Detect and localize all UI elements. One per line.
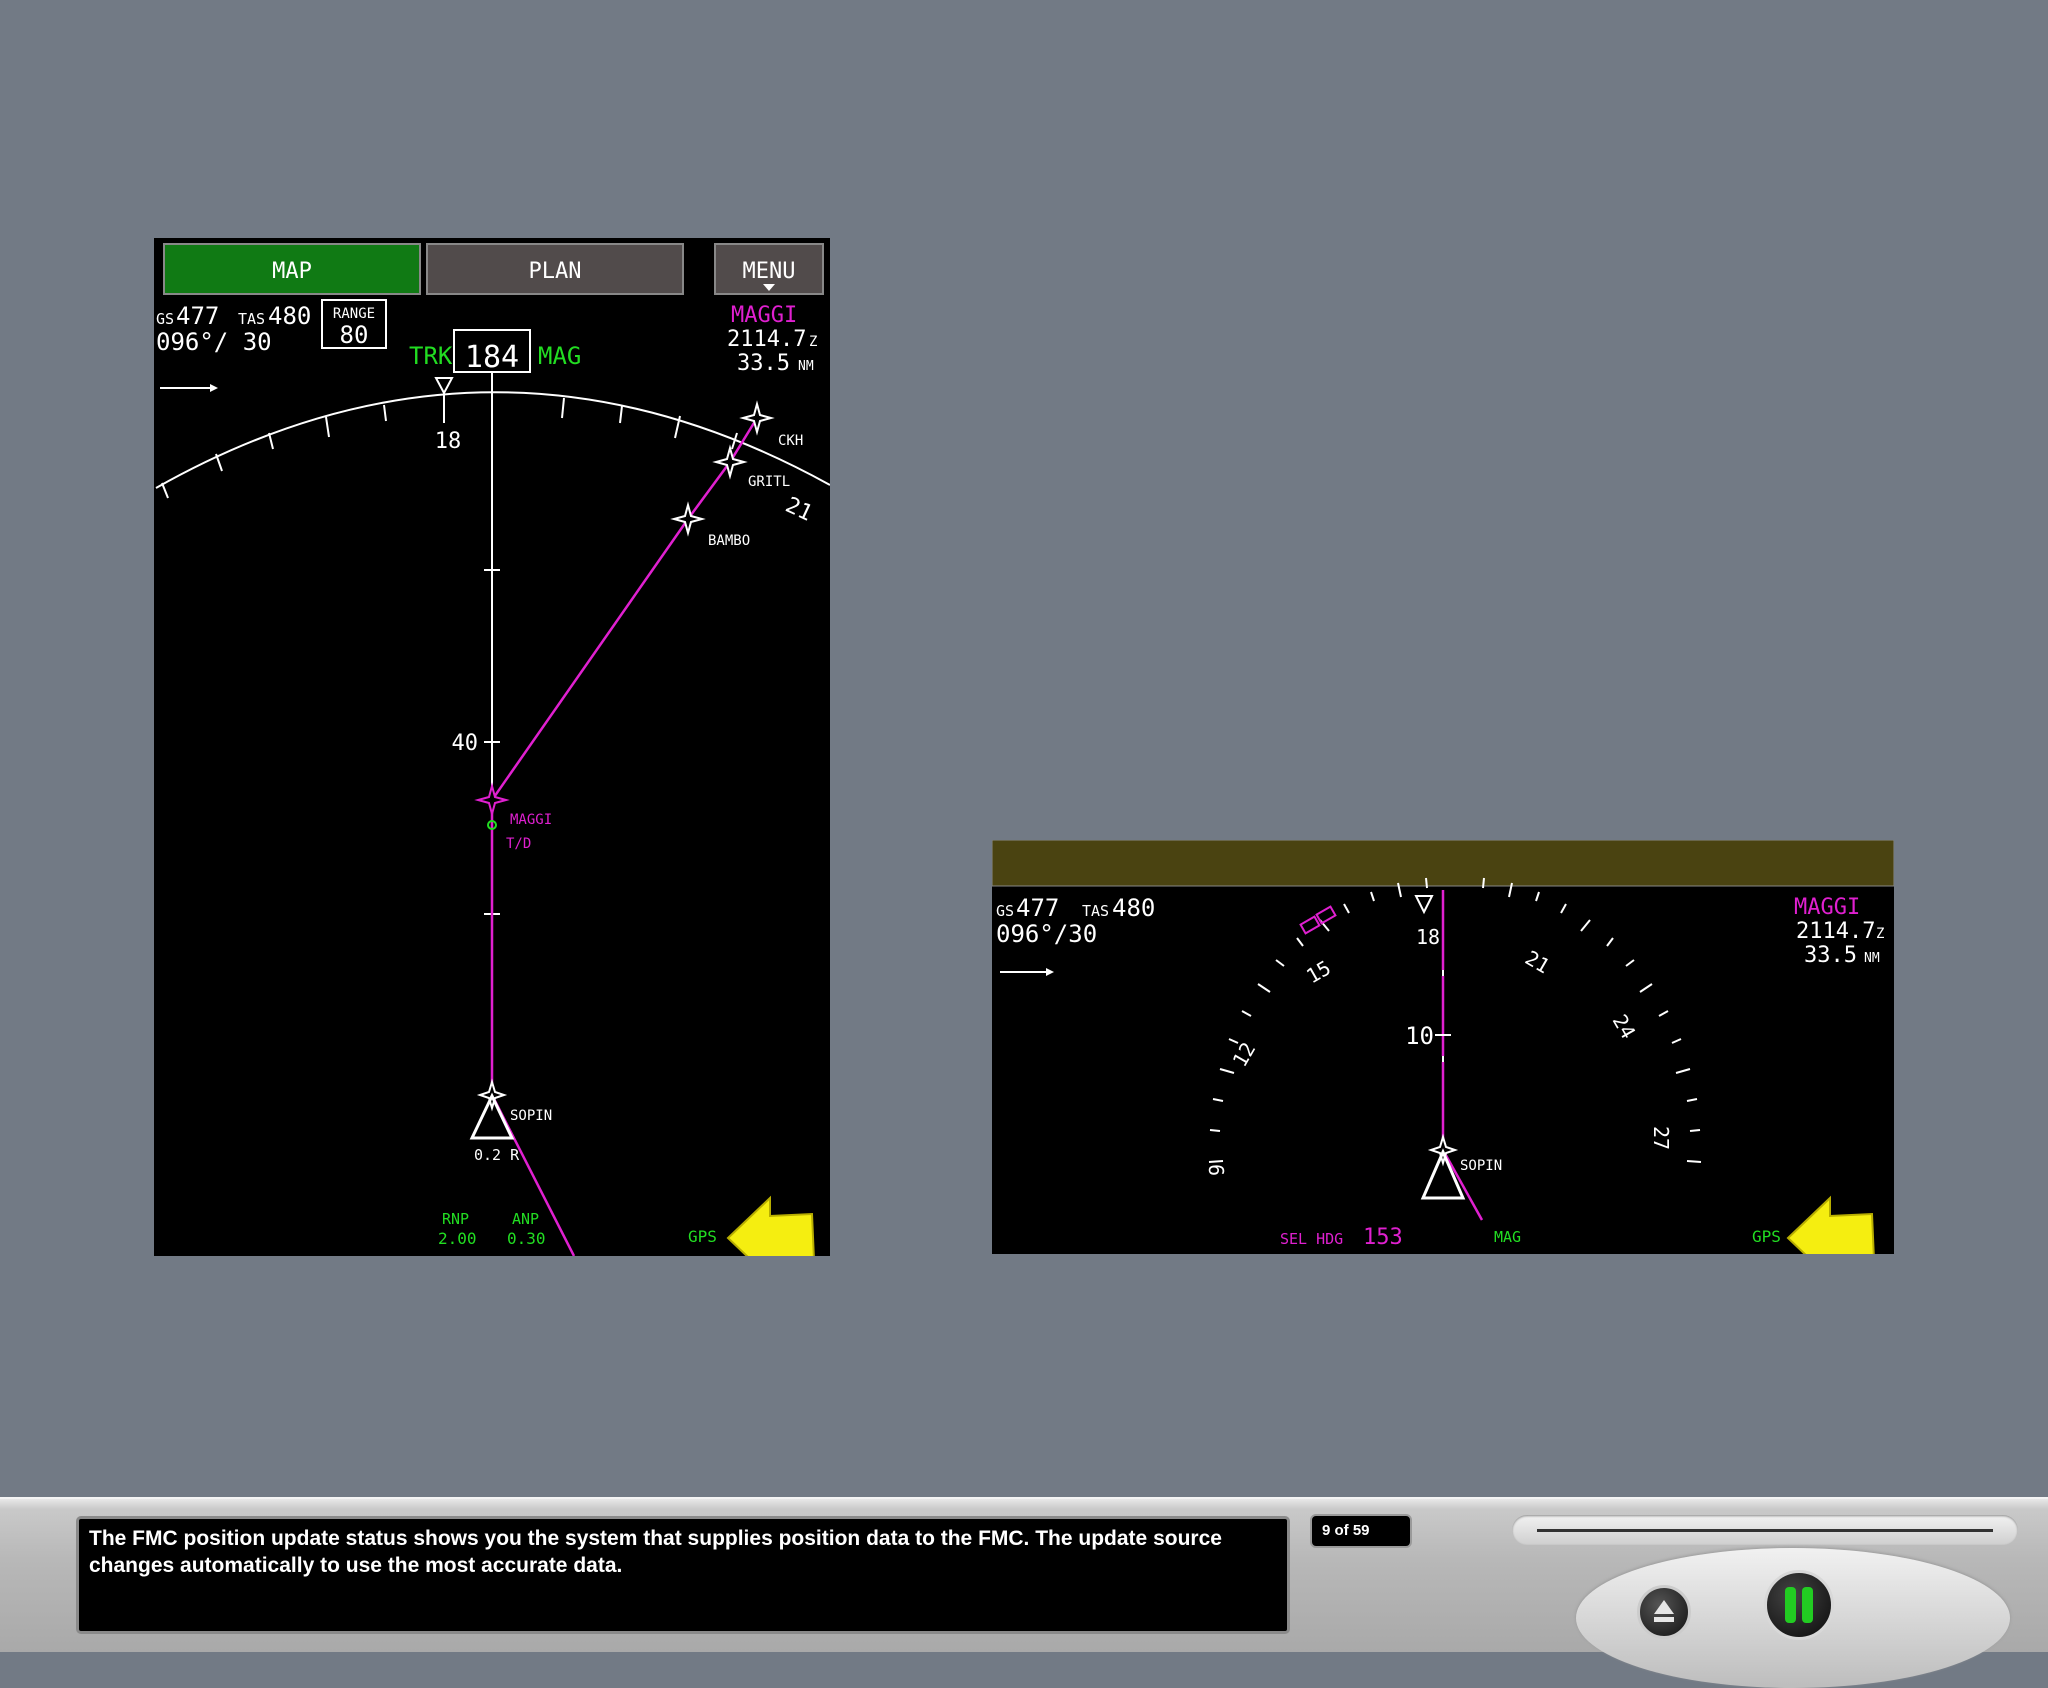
- waypoint-label: BAMBO: [708, 533, 750, 549]
- gs-label: GS: [156, 310, 174, 328]
- heading-value: 184: [465, 340, 519, 375]
- gs-value: 477: [176, 302, 219, 330]
- compass-label-9: 9: [1205, 1164, 1229, 1176]
- wind-readout: 096°/ 30: [156, 328, 272, 356]
- eta-value: 2114.7: [1796, 919, 1875, 944]
- dist-value: 33.5: [737, 351, 790, 376]
- svg-text:PLAN: PLAN: [529, 259, 582, 284]
- tab-map[interactable]: MAP: [163, 243, 421, 295]
- waypoint-label: CKH: [778, 433, 803, 449]
- compass-label-27: 27: [1649, 1126, 1673, 1150]
- xtk-readout: 0.2 R: [474, 1146, 520, 1164]
- nd-map-display: MAP PLAN MENU GS 477 TAS 480 096°/ 30 RA…: [154, 238, 830, 1256]
- waypoint-label: GRITL: [748, 474, 790, 490]
- waypoint-label: SOPIN: [510, 1108, 552, 1124]
- anp-label: ANP: [512, 1210, 539, 1228]
- sel-hdg-label: SEL HDG: [1280, 1230, 1343, 1248]
- gs-label: GS: [996, 902, 1014, 920]
- page-counter: 9 of 59: [1310, 1514, 1412, 1548]
- svg-text:MENU: MENU: [743, 259, 796, 284]
- hsi-header-bar: [992, 840, 1894, 887]
- svg-text:Z: Z: [809, 334, 817, 350]
- eject-button[interactable]: [1637, 1585, 1691, 1639]
- svg-text:MAP: MAP: [272, 259, 312, 284]
- wind-readout: 096°/30: [996, 920, 1097, 948]
- tab-menu[interactable]: MENU: [714, 243, 824, 295]
- svg-text:80: 80: [340, 321, 369, 349]
- compass-label-18: 18: [435, 429, 462, 454]
- range-mark: 10: [1405, 1022, 1434, 1050]
- mag-label: MAG: [538, 342, 581, 370]
- rnp-label: RNP: [442, 1210, 469, 1228]
- anp-value: 0.30: [507, 1229, 546, 1248]
- compass-label-18: 18: [1416, 925, 1440, 949]
- position-source-label: GPS: [1752, 1227, 1781, 1246]
- route-label-td: T/D: [506, 836, 531, 852]
- svg-text:NM: NM: [1864, 951, 1880, 966]
- svg-text:NM: NM: [798, 359, 814, 374]
- tas-value: 480: [268, 302, 311, 330]
- next-waypoint: MAGGI: [731, 303, 797, 328]
- gs-value: 477: [1016, 894, 1059, 922]
- trk-label: TRK: [409, 342, 453, 370]
- range-mark: 40: [452, 731, 479, 756]
- pause-button[interactable]: [1764, 1570, 1834, 1640]
- tab-plan[interactable]: PLAN: [426, 243, 684, 295]
- waypoint-label: SOPIN: [1460, 1158, 1502, 1174]
- nd-hsi-display: GS 477 TAS 480 096°/30 MAGGI 2114.7 Z 33…: [992, 840, 1894, 1254]
- pause-icon: [1785, 1587, 1813, 1623]
- rnp-value: 2.00: [438, 1229, 477, 1248]
- sel-hdg-value: 153: [1363, 1225, 1403, 1250]
- progress-track-line: [1537, 1529, 1993, 1532]
- eject-icon: [1654, 1600, 1674, 1622]
- caption-box: The FMC position update status shows you…: [76, 1516, 1290, 1634]
- tas-label: TAS: [238, 310, 265, 328]
- svg-text:Z: Z: [1876, 926, 1884, 942]
- route-label-maggi: MAGGI: [510, 812, 552, 828]
- mag-label: MAG: [1494, 1228, 1521, 1246]
- dist-value: 33.5: [1804, 943, 1857, 968]
- eta-value: 2114.7: [727, 327, 806, 352]
- next-waypoint: MAGGI: [1794, 895, 1860, 920]
- svg-text:RANGE: RANGE: [333, 306, 375, 322]
- tas-value: 480: [1112, 894, 1155, 922]
- tas-label: TAS: [1082, 902, 1109, 920]
- position-source-label: GPS: [688, 1227, 717, 1246]
- caption-text: The FMC position update status shows you…: [89, 1527, 1222, 1577]
